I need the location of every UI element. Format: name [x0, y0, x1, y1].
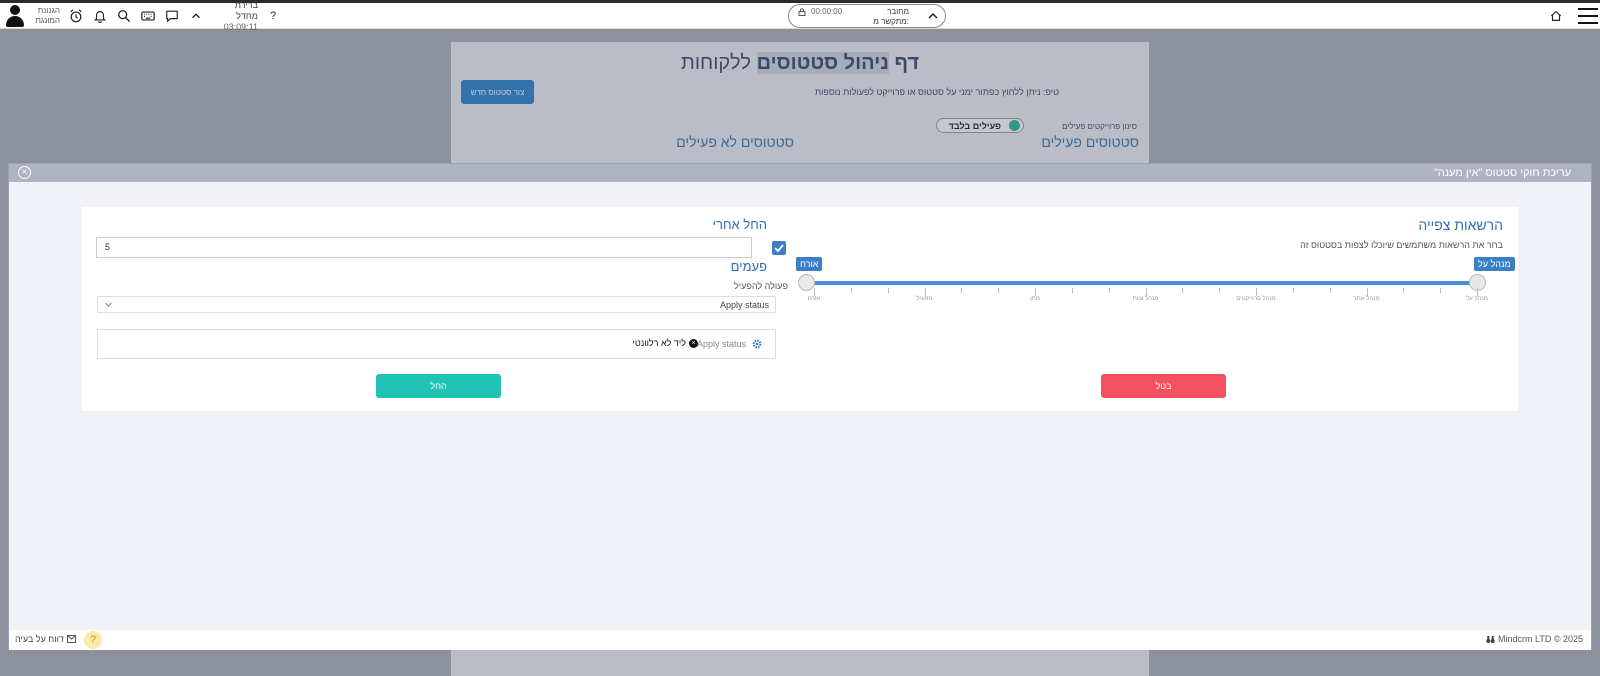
slider-tick: [998, 288, 1000, 293]
slider-min-handle[interactable]: [798, 274, 815, 291]
call-status-text: מחובר מתקשר מ:: [873, 7, 909, 27]
action-list: Apply status × ליד לא רלוונטי: [97, 329, 776, 359]
slider-tick: [1256, 288, 1257, 296]
hamburger-menu-icon[interactable]: [1578, 8, 1598, 24]
modal-title: עריכת חוקי סטטוס "אין מענה": [1433, 167, 1571, 179]
slider-tick: [924, 288, 926, 296]
modal-header: עריכת חוקי סטטוס "אין מענה" ×: [9, 164, 1591, 182]
top-bar: הגנונת המונגת ברירת מחדל 03:09:11 ? 00:0…: [0, 0, 1600, 32]
action-select[interactable]: Apply status: [97, 296, 776, 313]
help-question[interactable]: ?: [270, 10, 276, 22]
chevron-up-icon[interactable]: [927, 10, 939, 22]
call-linked: מתקשר מ:: [873, 17, 909, 26]
gear-icon[interactable]: [751, 338, 763, 350]
report-label: דווח על בעיה: [15, 634, 64, 644]
avatar[interactable]: [4, 5, 26, 27]
slider-tick-label: מתן: [1030, 296, 1040, 302]
modal-footer: דווח על בעיה ? Mindcrm LTD © 2025: [9, 630, 1591, 650]
cancel-button[interactable]: בטל: [1101, 374, 1226, 398]
top-bar-right: [1548, 4, 1598, 28]
slider-tick-label: מנהל פרוייקטים: [1236, 296, 1276, 302]
envelope-icon: [66, 635, 76, 643]
edit-status-rules-modal: עריכת חוקי סטטוס "אין מענה" × הרשאות צפי…: [8, 163, 1592, 650]
slider-tick: [1440, 288, 1442, 293]
search-icon[interactable]: [116, 8, 132, 24]
permissions-description: בחר את הרשאות משתמשים שיוכלו לצפות בסטטו…: [1300, 240, 1503, 250]
slider-tick: [1035, 288, 1036, 296]
break-status[interactable]: ברירת מחדל 03:09:11: [212, 0, 258, 33]
slider-tick: [1145, 288, 1147, 296]
slider-tick-label: אורח: [807, 296, 821, 302]
slider-tick: [1292, 288, 1294, 293]
permissions-slider-track[interactable]: [806, 281, 1478, 285]
start-button[interactable]: החל: [376, 374, 501, 398]
slider-tick-label: מנהל צוות: [1132, 296, 1159, 302]
start-after-title: החל אחרי: [712, 217, 767, 232]
remove-tag-icon[interactable]: ×: [689, 339, 698, 348]
chevron-up-icon[interactable]: [188, 8, 204, 24]
slider-tick: [887, 288, 889, 293]
slider-tick: [1182, 288, 1184, 293]
start-after-input[interactable]: 5: [96, 237, 752, 258]
report-issue-link[interactable]: דווח על בעיה: [15, 634, 76, 644]
break-label: ברירת מחדל: [234, 0, 258, 21]
bell-icon[interactable]: [92, 8, 108, 24]
binoculars-icon: [1486, 635, 1495, 643]
action-label: פעולה להפעיל: [734, 281, 788, 291]
action-item-tag: ליד לא רלוונטי: [632, 338, 686, 348]
rules-card: הרשאות צפייה בחר את הרשאות משתמשים שיוכל…: [82, 207, 1518, 411]
help-bubble-icon[interactable]: ?: [84, 631, 102, 649]
slider-tick: [961, 288, 963, 293]
copyright: Mindcrm LTD © 2025: [1486, 634, 1583, 644]
call-status: מחובר: [887, 7, 909, 16]
check-icon: [774, 244, 784, 253]
action-item-label: Apply status: [696, 339, 746, 349]
slider-max-tag: מנהל על: [1474, 257, 1515, 271]
alarm-icon[interactable]: [68, 8, 84, 24]
chat-icon[interactable]: [164, 8, 180, 24]
slider-tick: [1071, 288, 1073, 293]
slider-tick: [1477, 288, 1478, 296]
slider-tick: [814, 288, 815, 296]
home-icon[interactable]: [1548, 8, 1564, 24]
slider-tick-label: מפעיל: [916, 296, 933, 302]
slider-min-tag: אורח: [796, 257, 823, 271]
slider-tick: [1366, 288, 1368, 296]
keyboard-icon[interactable]: [140, 8, 156, 24]
call-status-widget[interactable]: 00:00:00 מחובר מתקשר מ:: [788, 4, 946, 28]
copyright-text: Mindcrm LTD © 2025: [1498, 634, 1583, 644]
slider-tick: [1403, 288, 1405, 293]
user-name: הגנונת המונגת: [35, 6, 60, 25]
close-icon[interactable]: ×: [18, 166, 31, 179]
call-timer: 00:00:00: [811, 7, 843, 16]
action-select-value: Apply status: [719, 300, 769, 310]
slider-tick: [1329, 288, 1331, 293]
lock-icon: [798, 8, 806, 16]
slider-tick: [850, 288, 852, 293]
slider-tick-label: מנהל על: [1466, 296, 1488, 302]
start-after-checkbox[interactable]: [772, 241, 786, 255]
slider-tick-label: מנהל אתר: [1353, 296, 1380, 302]
slider-tick: [1108, 288, 1110, 293]
times-label: פעמים: [730, 259, 767, 274]
slider-tick: [1219, 288, 1221, 293]
top-bar-left: הגנונת המונגת ברירת מחדל 03:09:11 ?: [4, 0, 276, 32]
chevron-down-icon: [105, 302, 112, 307]
permissions-title: הרשאות צפייה: [1418, 217, 1503, 233]
